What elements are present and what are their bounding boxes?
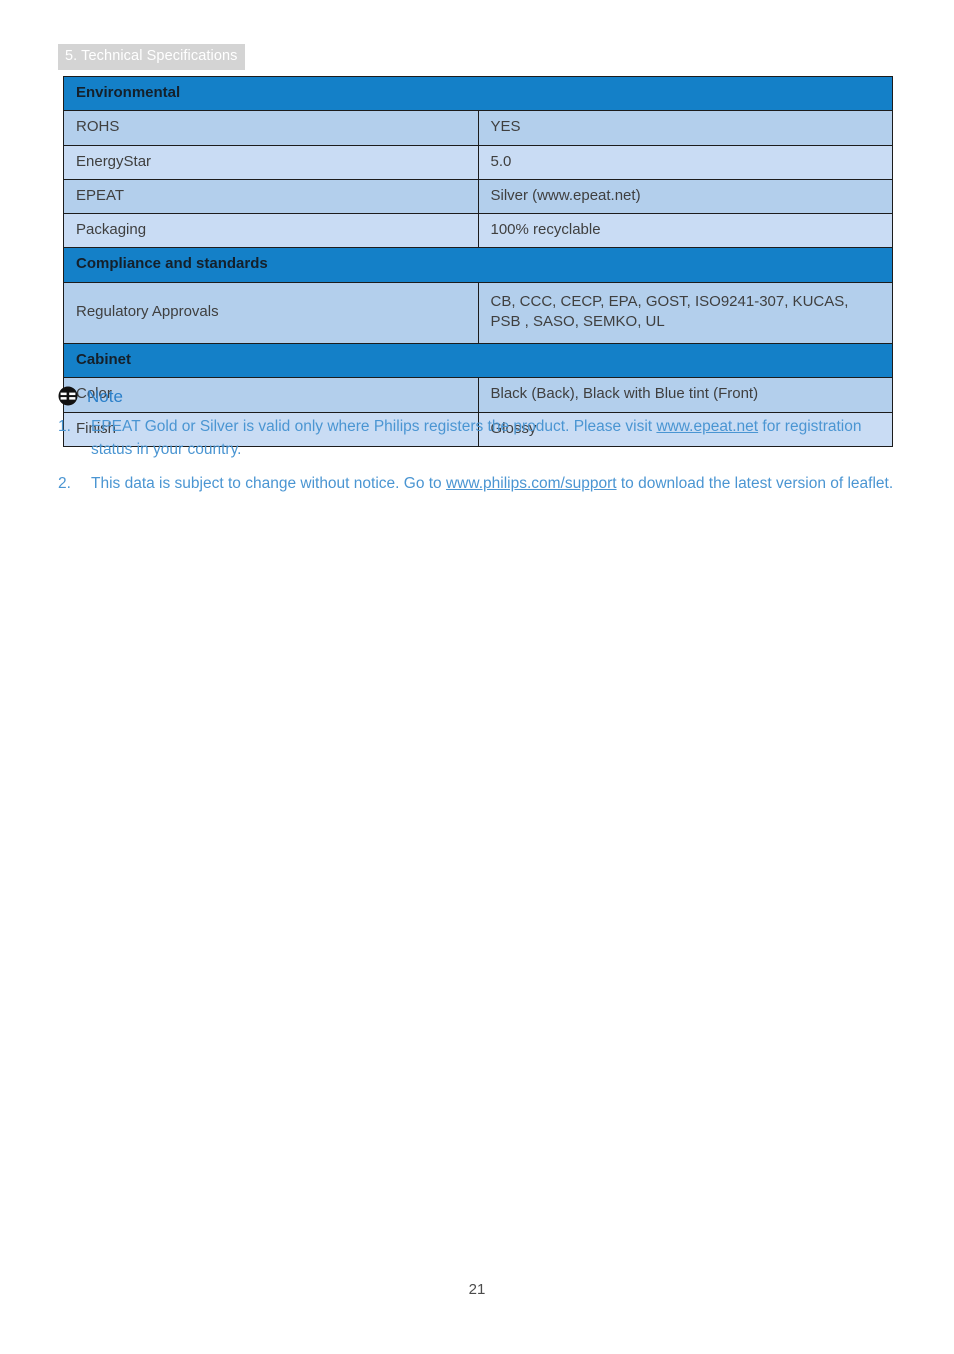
row-label-energystar: EnergyStar — [63, 144, 479, 180]
note-text: This data is subject to change without n… — [91, 473, 894, 496]
row-label-packaging: Packaging — [63, 212, 479, 249]
section-title-compliance: Compliance and standards — [63, 247, 893, 283]
row-value-regulatory-approvals: CB, CCC, CECP, EPA, GOST, ISO9241-307, K… — [477, 281, 893, 344]
table-row: Packaging 100% recyclable — [63, 212, 893, 249]
note-text-before: EPEAT Gold or Silver is valid only where… — [91, 418, 657, 435]
note-item: 1. EPEAT Gold or Silver is valid only wh… — [58, 416, 894, 462]
note-text: EPEAT Gold or Silver is valid only where… — [91, 416, 894, 462]
note-icon — [58, 386, 78, 406]
note-list: 1. EPEAT Gold or Silver is valid only wh… — [58, 416, 894, 496]
section-title-cabinet: Cabinet — [63, 342, 893, 379]
epeat-link[interactable]: www.epeat.net — [656, 418, 758, 435]
table-section-header-row: Environmental — [63, 75, 893, 112]
page-number: 21 — [468, 1281, 486, 1298]
table-section-header-row: Cabinet — [63, 342, 893, 379]
row-value-rohs: YES — [477, 110, 893, 146]
section-header: 5. Technical Specifications — [58, 44, 245, 70]
note-heading: Note — [58, 386, 894, 406]
note-text-before: This data is subject to change without n… — [91, 474, 446, 492]
philips-support-link[interactable]: www.philips.com/support — [446, 475, 617, 492]
table-row: ROHS YES — [63, 110, 893, 146]
row-value-packaging: 100% recyclable — [477, 212, 893, 249]
note-number: 1. — [58, 418, 71, 435]
table-row: Regulatory Approvals CB, CCC, CECP, EPA,… — [63, 281, 893, 344]
note-item: 2. This data is subject to change withou… — [58, 473, 894, 496]
note-title: Note — [87, 386, 123, 406]
table-row: EPEAT Silver (www.epeat.net) — [63, 178, 893, 215]
row-label-rohs: ROHS — [63, 110, 479, 146]
section-title-environmental: Environmental — [63, 75, 893, 112]
table-section-header-row: Compliance and standards — [63, 247, 893, 283]
note-number: 2. — [58, 474, 71, 492]
document-page: 5. Technical Specifications Environmenta… — [0, 0, 954, 1354]
table-row: EnergyStar 5.0 — [63, 144, 893, 180]
row-label-regulatory-approvals: Regulatory Approvals — [63, 281, 479, 344]
note-block: Note 1. EPEAT Gold or Silver is valid on… — [58, 386, 894, 507]
row-label-epeat: EPEAT — [63, 178, 479, 215]
note-text-after: to download the latest version of leafle… — [616, 474, 894, 492]
row-value-energystar: 5.0 — [477, 144, 893, 180]
row-value-epeat: Silver (www.epeat.net) — [477, 178, 893, 215]
